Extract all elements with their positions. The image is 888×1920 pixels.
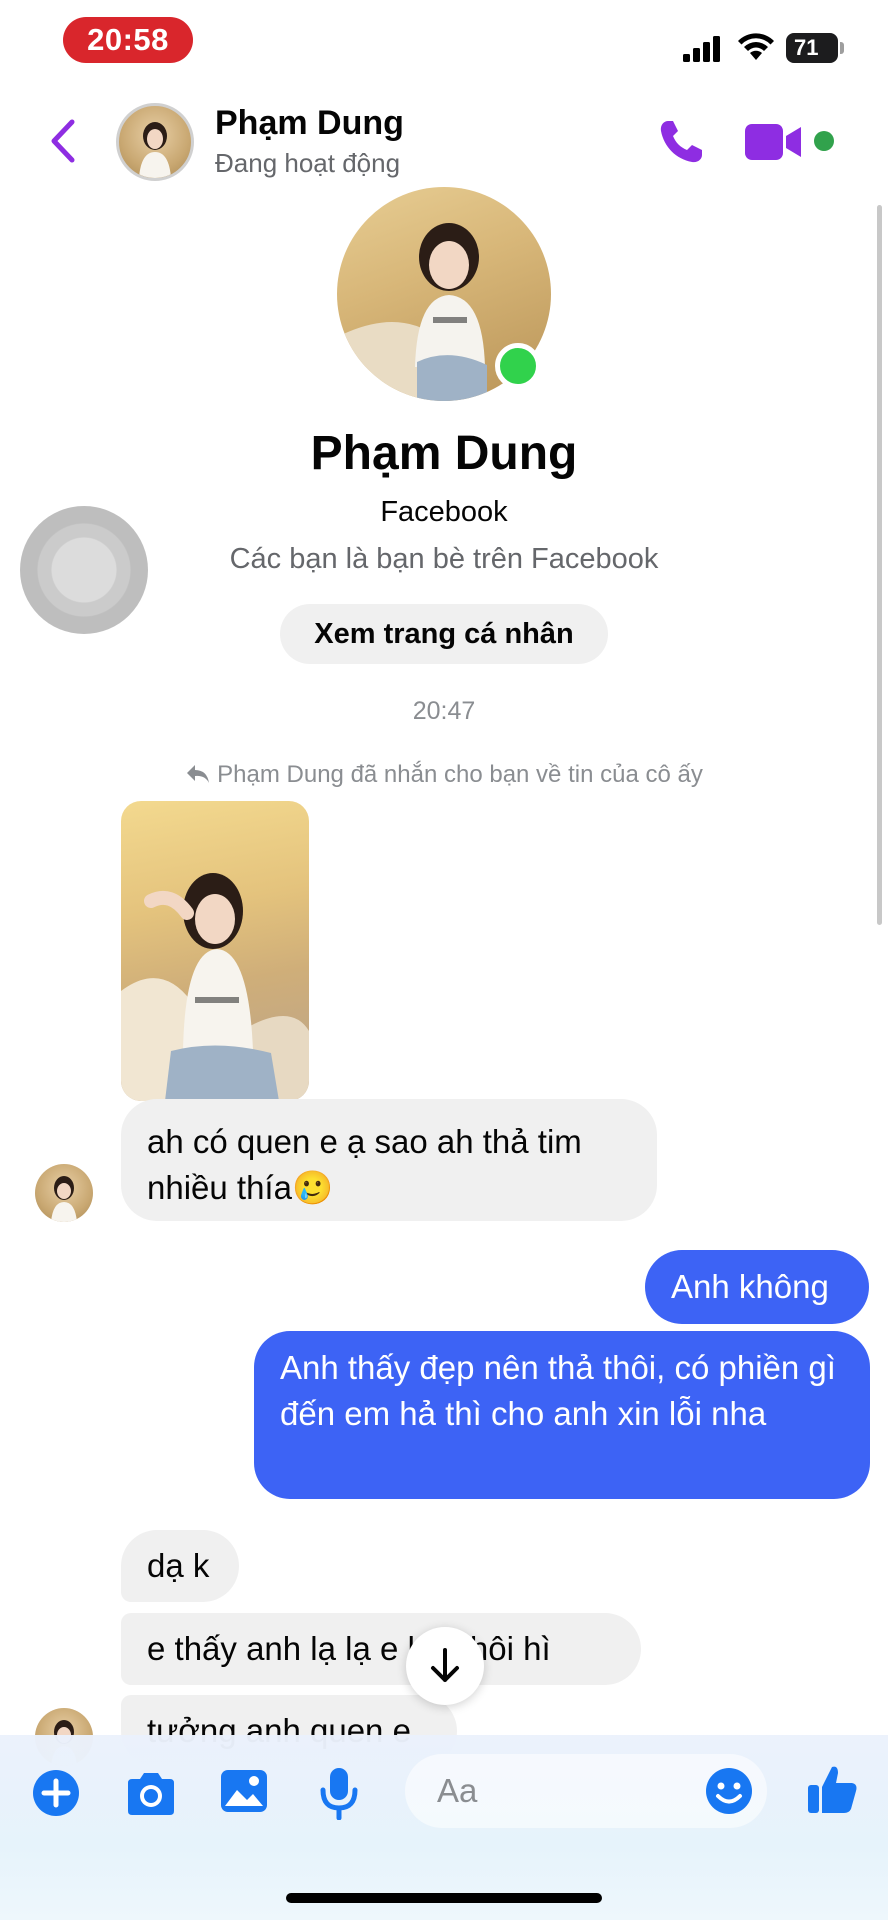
status-time: 20:58 [63,17,193,63]
story-thumbnail[interactable] [121,801,309,1101]
video-call-icon[interactable] [745,120,805,164]
phone-call-icon[interactable] [656,117,706,167]
message-timestamp: 20:47 [412,697,476,725]
plus-icon[interactable] [32,1769,80,1817]
profile-name: Phạm Dung [310,427,578,480]
battery-tip [840,42,844,54]
battery-indicator: 71 [786,33,838,63]
active-status: Đang hoạt động [215,148,401,178]
contact-name[interactable]: Phạm Dung [215,104,404,143]
message-bubble-outgoing[interactable]: Anh thấy đẹp nên thả thôi, có phiền gì đ… [254,1331,870,1499]
assistive-touch-button[interactable] [20,506,148,634]
view-profile-button[interactable]: Xem trang cá nhân [280,604,608,664]
reply-arrow-icon [187,765,210,783]
message-bubble-incoming[interactable]: ah có quen e ạ sao ah thả tim nhiều thía… [121,1099,657,1221]
story-reply-note: Phạm Dung đã nhắn cho bạn về tin của cô … [0,761,888,789]
scroll-to-bottom-button[interactable] [406,1627,484,1705]
sender-avatar[interactable] [35,1164,93,1222]
header-avatar[interactable] [116,103,194,181]
home-indicator[interactable] [286,1893,602,1903]
photo-gallery-icon[interactable] [219,1768,269,1814]
cellular-signal-icon [683,36,720,62]
arrow-down-icon [431,1648,459,1682]
message-bubble-incoming[interactable]: dạ k [121,1530,239,1602]
camera-icon[interactable] [124,1771,178,1817]
microphone-icon[interactable] [319,1766,359,1820]
story-reply-text: Phạm Dung đã nhắn cho bạn về tin của cô … [217,761,703,788]
emoji-icon[interactable] [705,1767,753,1815]
active-dot [814,131,834,151]
message-bubble-outgoing[interactable]: Anh không [645,1250,869,1324]
profile-platform: Facebook [380,496,508,528]
message-bubble-incoming[interactable]: e thấy anh lạ lạ e hỏi thôi hì [121,1613,641,1685]
scrollbar[interactable] [877,205,882,925]
wifi-icon [738,33,774,60]
back-chevron-icon[interactable] [46,118,78,164]
thumbs-up-icon[interactable] [806,1763,858,1815]
online-indicator [495,343,541,389]
